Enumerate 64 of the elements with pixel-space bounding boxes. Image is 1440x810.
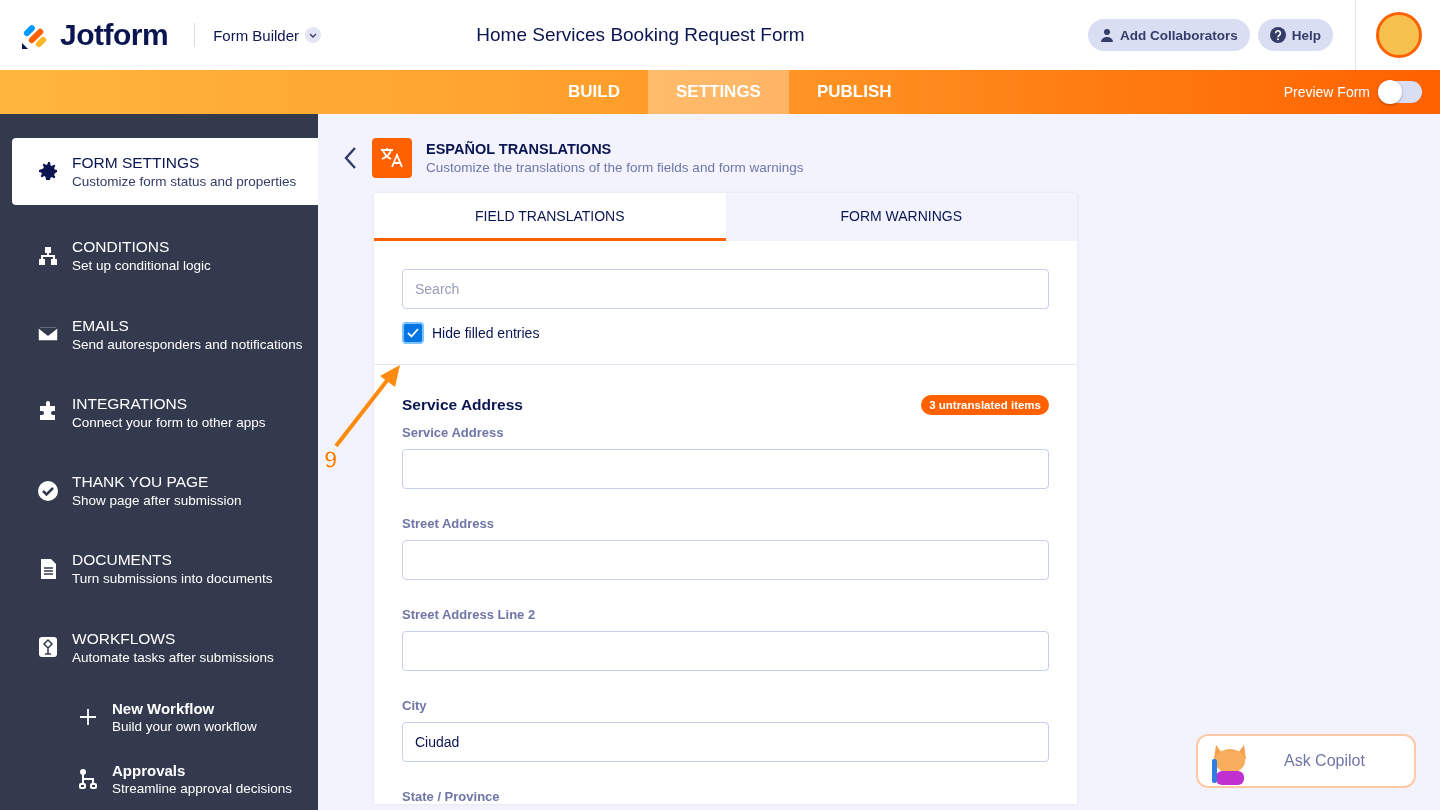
preview-toggle[interactable]: [1378, 81, 1422, 103]
checkmark-icon: [407, 328, 419, 338]
translation-field[interactable]: [402, 631, 1049, 671]
sidebar-item[interactable]: FORM SETTINGS Customize form status and properties: [12, 138, 318, 205]
translation-field[interactable]: Ciudad: [402, 722, 1049, 762]
sidebar-item-subtitle: Build your own workflow: [112, 719, 257, 735]
checkbox-label: Hide filled entries: [432, 325, 540, 341]
translation-field[interactable]: [402, 449, 1049, 489]
avatar[interactable]: [1376, 12, 1422, 58]
branch-icon: [76, 767, 100, 792]
logo-text[interactable]: Jotform: [60, 18, 169, 52]
sidebar-item-subtitle: Send autoresponders and notifications: [72, 336, 303, 352]
sidebar-item-title: INTEGRATIONS: [72, 394, 189, 413]
sidebar-item-subtitle: Set up conditional logic: [72, 258, 211, 274]
sidebar-item-title: WORKFLOWS: [72, 629, 177, 648]
field-label: Street Address Line 2: [402, 607, 537, 622]
sidebar-item-subtitle: Streamline approval decisions: [112, 781, 293, 797]
search-field[interactable]: Search: [402, 269, 1049, 309]
sidebar-item[interactable]: Approvals Streamline approval decisions: [12, 748, 318, 810]
sidebar-item[interactable]: CONDITIONS Set up conditional logic: [12, 216, 318, 295]
panel-subtitle: Customize the translations of the form fields and form warnings: [426, 160, 804, 175]
sidebar-item-subtitle: Turn submissions into documents: [72, 571, 273, 587]
check-circle-icon: [36, 478, 60, 503]
translate-icon: [372, 138, 412, 178]
sidebar-item-title: THANK YOU PAGE: [72, 473, 210, 492]
sidebar-item[interactable]: THANK YOU PAGE Show page after submission: [12, 451, 318, 530]
ask-copilot-button[interactable]: Ask Copilot: [1196, 734, 1416, 788]
sidebar-item[interactable]: WORKFLOWS Automate tasks after submissions: [12, 608, 318, 687]
person-icon: [1099, 28, 1114, 42]
help-icon: [1269, 27, 1286, 43]
untranslated-badge: 3 untranslated items: [921, 395, 1049, 415]
field-label: State / Province: [402, 789, 501, 804]
panel-title: ESPAÑOL TRANSLATIONS: [426, 141, 613, 157]
translation-tab[interactable]: FORM WARNINGS: [725, 193, 1077, 241]
help-button[interactable]: Help: [1257, 19, 1333, 51]
sidebar-item-title: DOCUMENTS: [72, 551, 173, 570]
chevron-down-icon: [305, 27, 322, 43]
back-icon[interactable]: [344, 146, 358, 170]
sidebar-item-title: EMAILS: [72, 316, 130, 335]
sidebar-item[interactable]: INTEGRATIONS Connect your form to other apps: [12, 373, 318, 452]
sidebar-item-title: Approvals: [112, 762, 187, 780]
sidebar-item[interactable]: DOCUMENTS Turn submissions into documents: [12, 529, 318, 608]
translation-tab[interactable]: FIELD TRANSLATIONS: [374, 193, 726, 241]
translation-field[interactable]: [402, 540, 1049, 580]
sidebar-item-title: New Workflow: [112, 700, 216, 718]
sidebar-item-subtitle: Automate tasks after submissions: [72, 649, 274, 665]
sidebar-item-subtitle: Connect your form to other apps: [72, 414, 266, 430]
field-label: City: [402, 698, 428, 713]
sidebar-item-title: FORM SETTINGS: [72, 153, 201, 172]
field-label: Street Address: [402, 516, 495, 531]
sidebar-item-title: CONDITIONS: [72, 238, 171, 257]
step-number: 9: [324, 446, 338, 474]
add-collaborators-button[interactable]: Add Collaborators: [1087, 19, 1250, 51]
field-label: Service Address: [402, 425, 505, 440]
sidebar-item[interactable]: New Workflow Build your own workflow: [12, 686, 318, 749]
form-title: Home Services Booking Request Form: [475, 24, 806, 46]
section-title: Service Address: [402, 396, 523, 414]
preview-form-label: Preview Form: [1283, 84, 1370, 100]
sidebar-item[interactable]: EMAILS Send autoresponders and notifications: [12, 294, 318, 374]
sidebar-item-subtitle: Show page after submission: [72, 493, 242, 509]
sidebar-item-subtitle: Customize form status and properties: [72, 173, 297, 189]
hide-filled-checkbox[interactable]: [402, 322, 424, 344]
form-builder-menu[interactable]: Form Builder: [213, 26, 322, 44]
workflow-icon: [36, 635, 60, 660]
